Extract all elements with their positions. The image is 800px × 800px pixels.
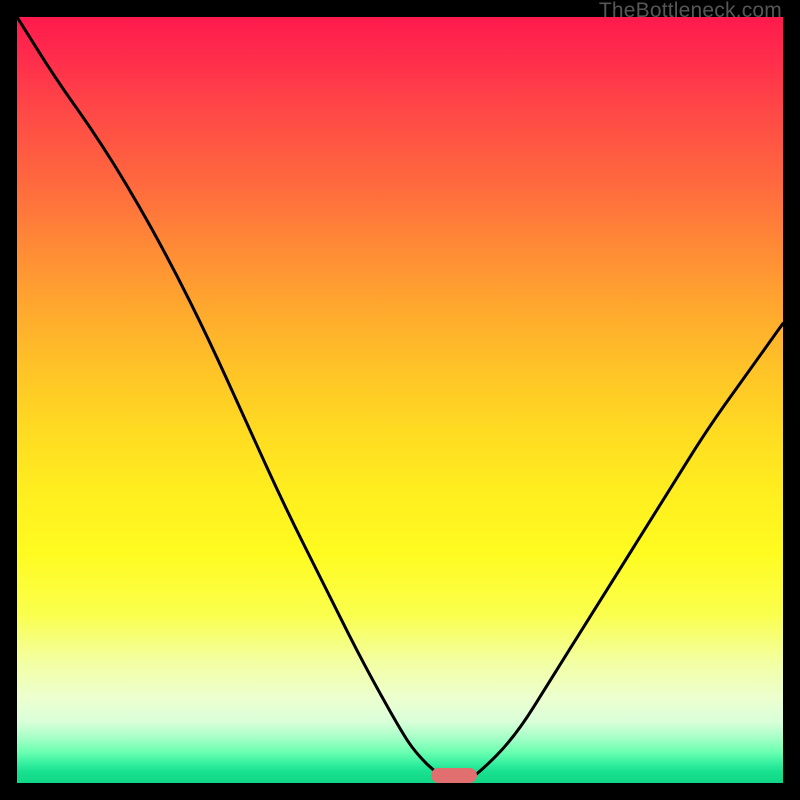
plot-area — [17, 17, 783, 783]
attribution-text: TheBottleneck.com — [599, 0, 782, 22]
chart-frame: TheBottleneck.com — [0, 0, 800, 800]
optimum-marker — [431, 768, 477, 783]
bottleneck-curve — [17, 17, 783, 783]
